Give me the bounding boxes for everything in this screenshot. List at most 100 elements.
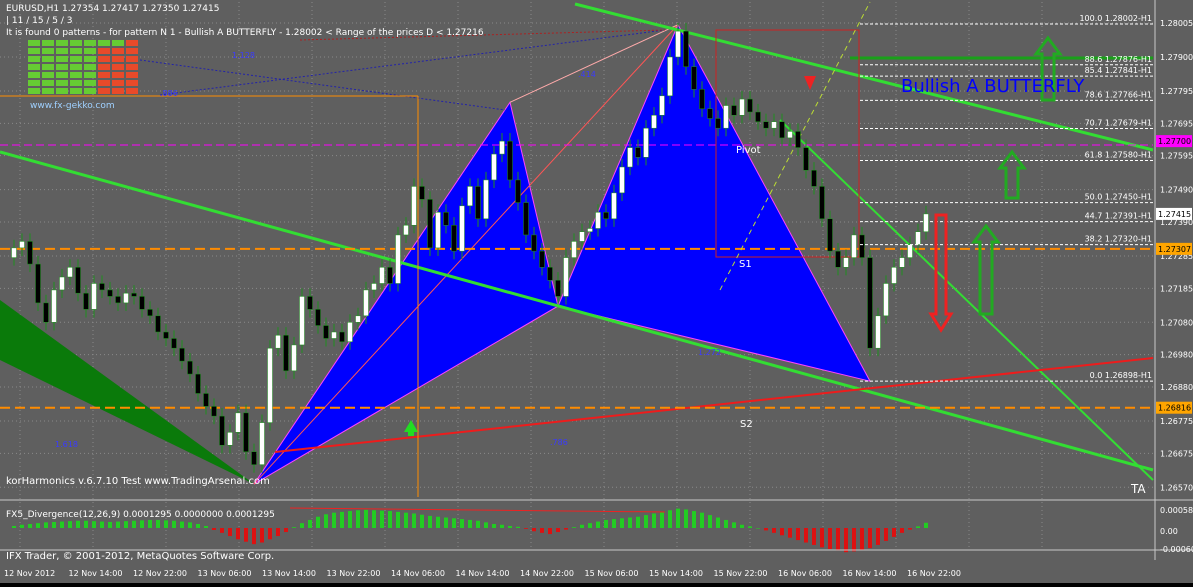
histogram-bar bbox=[116, 521, 120, 528]
candle-body bbox=[51, 289, 57, 323]
price-tick-label: 1.26570 bbox=[1160, 483, 1193, 492]
strength-block bbox=[84, 88, 96, 94]
histogram-bar bbox=[828, 528, 832, 549]
candle-body bbox=[507, 140, 513, 181]
pattern-header: It is found 0 patterns - for pattern N 1… bbox=[6, 28, 484, 38]
candle-body bbox=[627, 147, 633, 168]
fib-label: 44.7 1.27391-H1 bbox=[1085, 212, 1152, 221]
candle-body bbox=[59, 276, 65, 291]
strength-block bbox=[126, 48, 138, 54]
version-label: korHarmonics v.6.7.10 Test www.TradingAr… bbox=[6, 476, 270, 487]
indicator-tick-label: -0.00060 bbox=[1160, 545, 1193, 554]
histogram-bar bbox=[652, 513, 656, 528]
strength-block bbox=[112, 80, 124, 86]
candle-body bbox=[571, 241, 577, 258]
candle-body bbox=[419, 186, 425, 200]
symbol-header: EURUSD,H1 1.27354 1.27417 1.27350 1.2741… bbox=[6, 4, 219, 14]
candle-body bbox=[331, 331, 337, 339]
histogram-bar bbox=[628, 517, 632, 528]
strength-block bbox=[70, 72, 82, 78]
time-tick-label: 14 Nov 22:00 bbox=[520, 569, 574, 578]
candle-body bbox=[171, 338, 177, 349]
strength-block bbox=[98, 48, 110, 54]
histogram-bar bbox=[196, 523, 200, 528]
candle-body bbox=[451, 224, 457, 252]
strength-block bbox=[112, 40, 124, 46]
strength-block bbox=[126, 72, 138, 78]
candle-body bbox=[803, 147, 809, 171]
time-tick-label: 12 Nov 22:00 bbox=[133, 569, 187, 578]
candle-body bbox=[827, 218, 833, 252]
candle-body bbox=[403, 224, 409, 236]
histogram-bar bbox=[860, 528, 864, 550]
price-tick-label: 1.26775 bbox=[1160, 417, 1193, 426]
candle-body bbox=[363, 289, 369, 317]
candle-body bbox=[11, 247, 17, 258]
histogram-bar bbox=[916, 526, 920, 528]
price-tick-label: 1.27185 bbox=[1160, 284, 1193, 293]
candle-body bbox=[187, 360, 193, 375]
histogram-bar bbox=[420, 514, 424, 528]
histogram-bar bbox=[460, 519, 464, 528]
candle-body bbox=[611, 192, 617, 220]
histogram-bar bbox=[436, 516, 440, 528]
candle-body bbox=[539, 250, 545, 268]
strength-block bbox=[84, 64, 96, 70]
candle-body bbox=[123, 292, 129, 304]
candle-body bbox=[227, 432, 233, 446]
histogram-bar bbox=[908, 528, 912, 530]
histogram-bar bbox=[268, 528, 272, 540]
strength-block bbox=[126, 56, 138, 62]
strength-block bbox=[28, 48, 40, 54]
strength-block bbox=[70, 48, 82, 54]
histogram-bar bbox=[572, 527, 576, 528]
candle-body bbox=[411, 186, 417, 226]
candle-body bbox=[883, 283, 889, 317]
strength-block bbox=[98, 88, 110, 94]
fib-label: 85.4 1.27841-H1 bbox=[1085, 66, 1152, 75]
candle-body bbox=[563, 257, 569, 297]
histogram-bar bbox=[524, 528, 528, 529]
strength-block bbox=[42, 40, 54, 46]
candle-body bbox=[323, 325, 329, 339]
histogram-bar bbox=[92, 521, 96, 528]
strength-block bbox=[70, 88, 82, 94]
strength-block bbox=[98, 64, 110, 70]
histogram-bar bbox=[340, 511, 344, 528]
strength-block bbox=[98, 56, 110, 62]
time-tick-label: 16 Nov 14:00 bbox=[843, 569, 897, 578]
histogram-bar bbox=[684, 509, 688, 528]
candle-body bbox=[683, 30, 689, 67]
candle-body bbox=[155, 315, 161, 333]
histogram-bar bbox=[900, 528, 904, 533]
candle-body bbox=[235, 412, 241, 433]
strength-block bbox=[126, 80, 138, 86]
histogram-bar bbox=[748, 526, 752, 528]
histogram-bar bbox=[180, 521, 184, 528]
histogram-bar bbox=[60, 521, 64, 528]
candle-body bbox=[819, 186, 825, 220]
histogram-bar bbox=[452, 518, 456, 528]
time-tick-label: 15 Nov 22:00 bbox=[714, 569, 768, 578]
price-tick-label: 1.28005 bbox=[1160, 19, 1193, 28]
ratio-label: 1.128 bbox=[232, 51, 255, 60]
candle-body bbox=[147, 309, 153, 317]
price-chart: 100.0 1.28002-H1 88.6 1.27876-H1 85.4 1.27… bbox=[0, 0, 1193, 583]
candle-body bbox=[347, 322, 353, 342]
histogram-bar bbox=[324, 514, 328, 528]
s1-label: S1 bbox=[739, 259, 752, 270]
candle-body bbox=[619, 166, 625, 194]
candle-body bbox=[43, 302, 49, 323]
histogram-bar bbox=[204, 525, 208, 528]
histogram-bar bbox=[796, 528, 800, 541]
strength-block bbox=[70, 64, 82, 70]
strength-block bbox=[56, 80, 68, 86]
histogram-bar bbox=[596, 521, 600, 528]
histogram-bar bbox=[732, 522, 736, 528]
candle-body bbox=[355, 315, 361, 323]
candle-body bbox=[763, 121, 769, 129]
indicator-label: FX5_Divergence(12,26,9) 0.0001295 0.0000… bbox=[6, 510, 275, 520]
time-tick-label: 16 Nov 06:00 bbox=[778, 569, 832, 578]
candle-body bbox=[699, 89, 705, 110]
ratio-label: .786 bbox=[550, 438, 568, 447]
